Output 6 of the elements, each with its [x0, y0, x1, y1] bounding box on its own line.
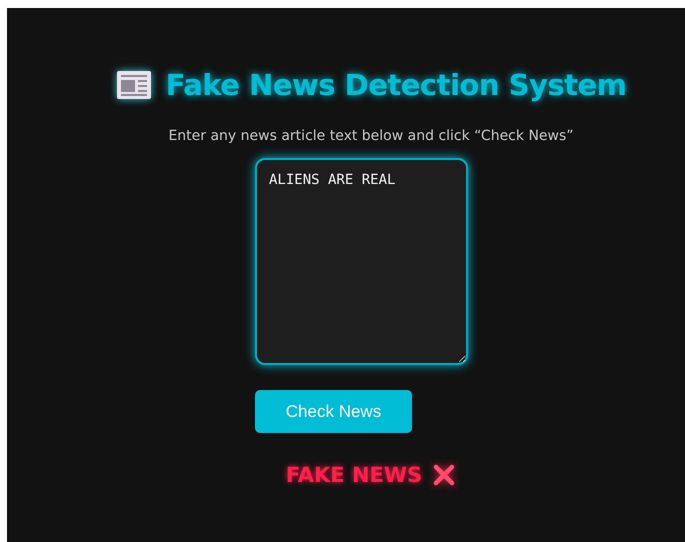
article-input[interactable]: ALIENS ARE REAL [255, 158, 468, 365]
result-text: FAKE NEWS [286, 463, 422, 487]
cross-icon [432, 463, 456, 487]
page-title: Fake News Detection System [166, 68, 626, 102]
newspaper-icon [116, 70, 152, 100]
instructions-text: Enter any news article text below and click “Check News” [167, 128, 575, 144]
